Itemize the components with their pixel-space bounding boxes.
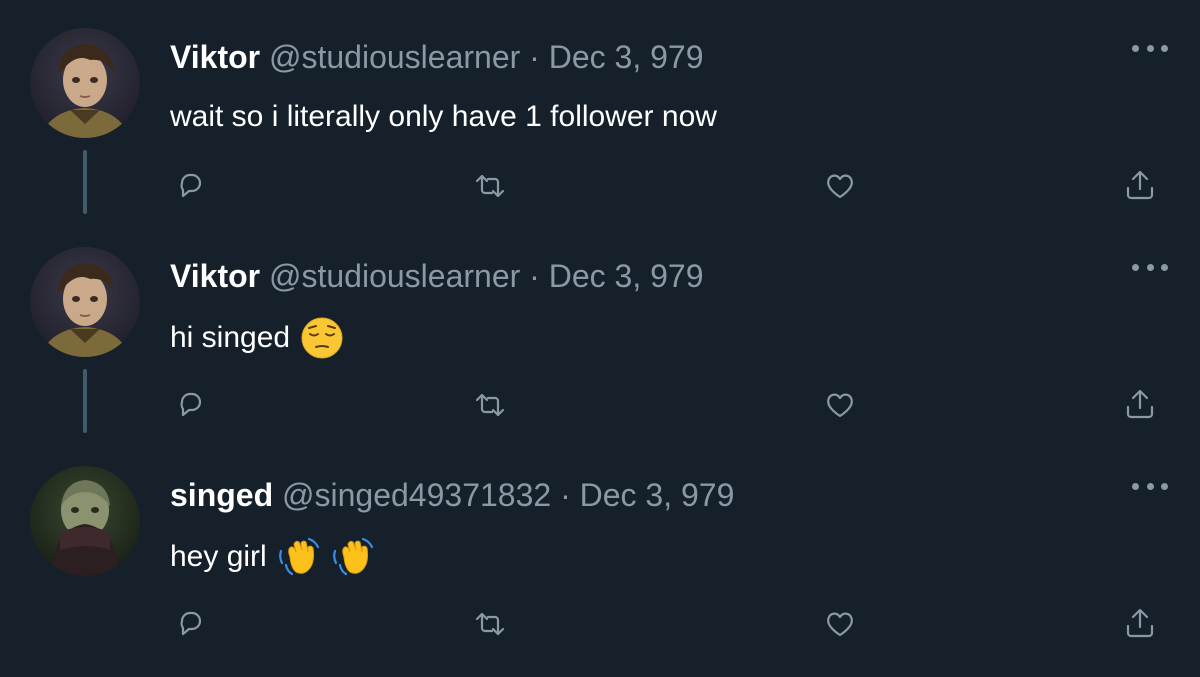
tweet-1[interactable]: Viktor @studiouslearner · Dec 3, 979 wai…: [0, 0, 1200, 219]
tweet-text: hey girl: [170, 535, 1110, 579]
thread-connector: [83, 369, 87, 433]
tweet-2[interactable]: Viktor @studiouslearner · Dec 3, 979 hi …: [0, 219, 1200, 438]
more-options-icon[interactable]: [1132, 476, 1168, 496]
tweet-text-content: wait so i literally only have 1 follower…: [170, 100, 717, 133]
reply-icon[interactable]: [168, 602, 212, 646]
tweet-date[interactable]: Dec 3, 979: [549, 39, 704, 75]
viktor-avatar[interactable]: [30, 247, 140, 357]
separator-dot: ·: [529, 39, 540, 75]
retweet-icon[interactable]: [468, 383, 512, 427]
like-icon[interactable]: [818, 602, 862, 646]
tweet-header: Viktor @studiouslearner · Dec 3, 979: [170, 37, 1110, 77]
like-icon[interactable]: [818, 164, 862, 208]
more-options-icon[interactable]: [1132, 38, 1168, 58]
more-options-icon[interactable]: [1132, 257, 1168, 277]
share-icon[interactable]: [1118, 602, 1162, 646]
tweet-date[interactable]: Dec 3, 979: [549, 258, 704, 294]
viktor-avatar[interactable]: [30, 28, 140, 138]
tweet-actions: [168, 164, 1168, 210]
pensive-face-emoji: [300, 316, 344, 360]
user-handle[interactable]: @studiouslearner: [269, 39, 520, 75]
tweet-text: hi singed: [170, 316, 1110, 360]
display-name[interactable]: Viktor: [170, 258, 260, 294]
separator-dot: ·: [560, 477, 571, 513]
user-handle[interactable]: @studiouslearner: [269, 258, 520, 294]
tweet-text-content: hi singed: [170, 321, 291, 354]
singed-avatar[interactable]: [30, 466, 140, 576]
share-icon[interactable]: [1118, 383, 1162, 427]
retweet-icon[interactable]: [468, 602, 512, 646]
tweet-actions: [168, 383, 1168, 429]
tweet-header: Viktor @studiouslearner · Dec 3, 979: [170, 256, 1110, 296]
waving-hand-emoji: [277, 535, 321, 579]
user-handle[interactable]: @singed49371832: [282, 477, 551, 513]
retweet-icon[interactable]: [468, 164, 512, 208]
separator-dot: ·: [529, 258, 540, 294]
tweet-date[interactable]: Dec 3, 979: [580, 477, 735, 513]
waving-hand-emoji: [331, 535, 375, 579]
share-icon[interactable]: [1118, 164, 1162, 208]
tweet-header: singed @singed49371832 · Dec 3, 979: [170, 475, 1110, 515]
tweet-3[interactable]: singed @singed49371832 · Dec 3, 979 hey …: [0, 438, 1200, 657]
like-icon[interactable]: [818, 383, 862, 427]
display-name[interactable]: Viktor: [170, 39, 260, 75]
display-name[interactable]: singed: [170, 477, 273, 513]
reply-icon[interactable]: [168, 383, 212, 427]
tweet-text: wait so i literally only have 1 follower…: [170, 97, 1110, 137]
tweet-text-content: hey girl: [170, 540, 267, 573]
reply-icon[interactable]: [168, 164, 212, 208]
thread-connector: [83, 150, 87, 214]
tweet-actions: [168, 602, 1168, 648]
